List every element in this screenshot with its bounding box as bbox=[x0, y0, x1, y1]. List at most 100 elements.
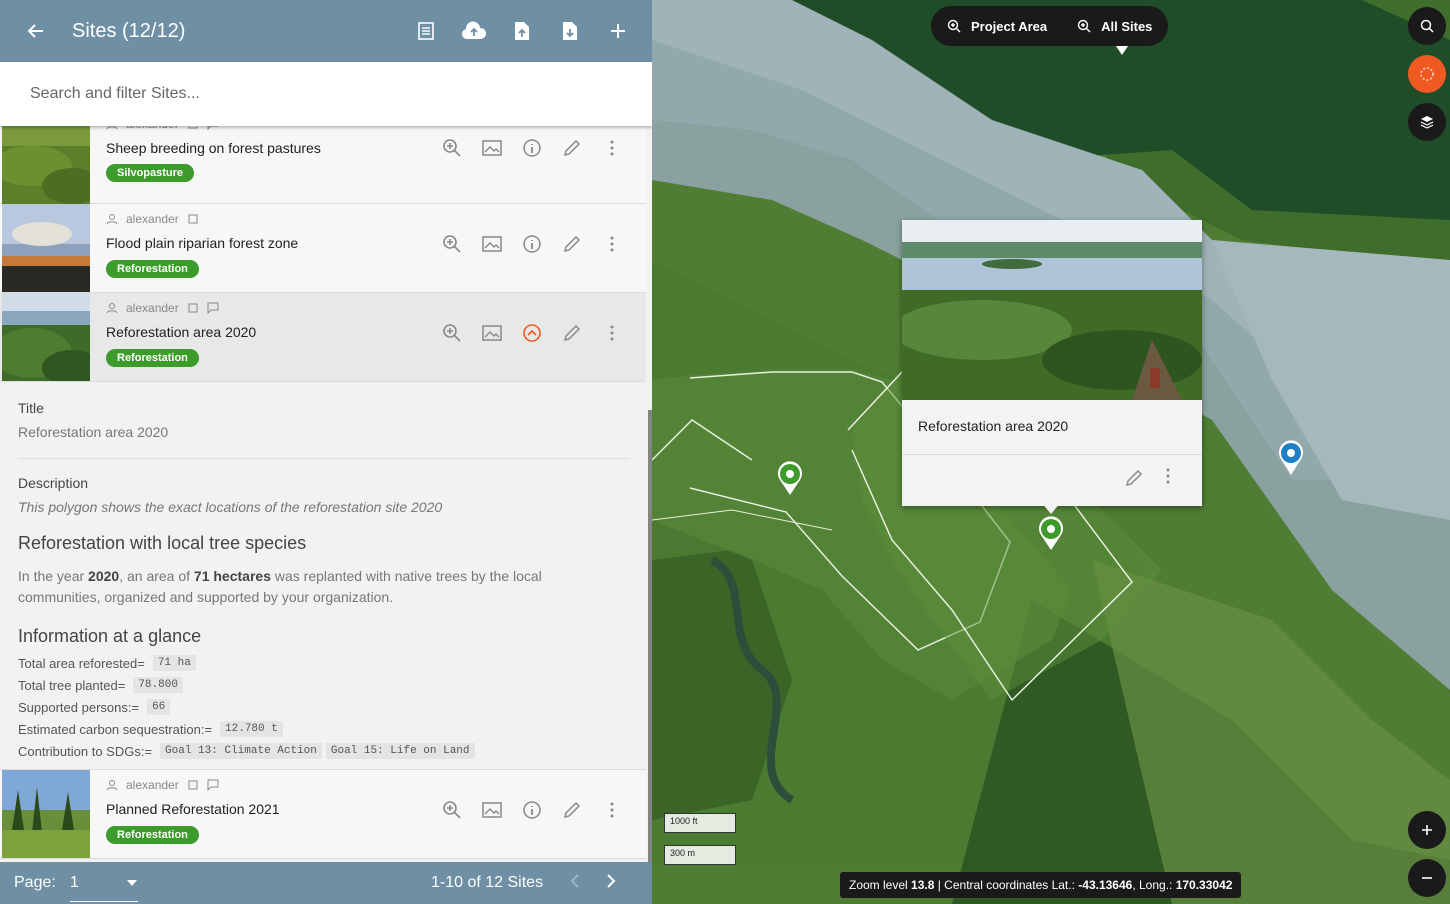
site-name: Reforestation area 2020 bbox=[106, 324, 257, 340]
zoom-out-button[interactable] bbox=[1408, 859, 1446, 897]
file-download-button[interactable] bbox=[546, 0, 594, 62]
fact-row: Estimated carbon sequestration: = 12.780 … bbox=[18, 721, 628, 737]
map-search-button[interactable] bbox=[1408, 7, 1446, 45]
polygon-icon bbox=[188, 303, 198, 313]
list-item[interactable]: alexander Planned Reforestation 2021 Ref… bbox=[0, 770, 646, 859]
sites-panel: Sites (12/12) Search and filter Sites...… bbox=[0, 0, 652, 904]
edit-button[interactable] bbox=[556, 317, 588, 349]
file-upload-button[interactable] bbox=[498, 0, 546, 62]
search-input[interactable] bbox=[30, 85, 610, 103]
site-thumbnail bbox=[2, 770, 90, 858]
more-vert-icon bbox=[1166, 468, 1170, 484]
image-button[interactable] bbox=[476, 317, 508, 349]
fact-eq: = bbox=[204, 721, 213, 737]
add-site-button[interactable] bbox=[594, 0, 642, 62]
zoom-to-button[interactable] bbox=[436, 228, 468, 260]
collapse-info-button[interactable] bbox=[516, 317, 548, 349]
zoom-to-button[interactable] bbox=[436, 317, 468, 349]
image-icon bbox=[482, 325, 502, 341]
site-meta: alexander bbox=[106, 212, 199, 226]
info-button[interactable] bbox=[516, 132, 548, 164]
sites-list: alexander Sheep breeding on forest pastu… bbox=[0, 126, 646, 862]
site-marker-icon[interactable] bbox=[776, 460, 804, 496]
more-vert-icon bbox=[610, 325, 614, 341]
popup-title: Reforestation area 2020 bbox=[918, 418, 1069, 434]
scale-bar-m: 300 m bbox=[664, 845, 736, 865]
info-heading: Information at a glance bbox=[18, 626, 202, 646]
status-text: | Central coordinates Lat.: bbox=[937, 878, 1075, 892]
fact-row: Total tree planted = 78.800 bbox=[18, 677, 628, 693]
page-title: Sites (12/12) bbox=[72, 19, 186, 42]
edit-button[interactable] bbox=[556, 228, 588, 260]
polygon-icon bbox=[188, 126, 198, 129]
more-vert-icon bbox=[610, 236, 614, 252]
site-tag: Reforestation bbox=[106, 826, 199, 844]
image-button[interactable] bbox=[476, 794, 508, 826]
list-item[interactable]: alexander Flood plain riparian forest zo… bbox=[0, 204, 646, 293]
popup-tip bbox=[1041, 502, 1061, 514]
list-item[interactable]: alexander Sheep breeding on forest pastu… bbox=[0, 126, 646, 204]
location-pin-icon[interactable] bbox=[1278, 440, 1304, 476]
page-range: 1-10 of 12 Sites bbox=[431, 874, 544, 891]
more-vert-icon bbox=[610, 140, 614, 156]
zoom-to-button[interactable] bbox=[436, 132, 468, 164]
more-button[interactable] bbox=[596, 132, 628, 164]
fact-value: 78.800 bbox=[133, 677, 183, 693]
project-area-label: Project Area bbox=[971, 18, 1048, 34]
fact-row: Supported persons: = 66 bbox=[18, 699, 628, 715]
layers-button[interactable] bbox=[1408, 103, 1446, 141]
fact-eq: = bbox=[117, 677, 126, 693]
all-sites-tab[interactable]: All Sites bbox=[1077, 19, 1152, 34]
pointer-arrow-icon bbox=[1116, 46, 1128, 55]
fact-value: 66 bbox=[147, 699, 171, 715]
more-button[interactable] bbox=[596, 794, 628, 826]
site-marker-icon[interactable] bbox=[1037, 515, 1065, 551]
fact-eq: = bbox=[131, 699, 140, 715]
zoom-in-button[interactable] bbox=[1408, 811, 1446, 849]
list-item-selected[interactable]: alexander Reforestation area 2020 Refore… bbox=[0, 293, 646, 382]
page-label: Page: bbox=[14, 874, 56, 891]
zoom-in-icon bbox=[443, 139, 461, 157]
divider bbox=[18, 458, 630, 459]
cloud-upload-button[interactable] bbox=[450, 0, 498, 62]
minus-icon bbox=[1422, 877, 1432, 879]
para-area: 71 hectares bbox=[193, 568, 271, 584]
map-view[interactable]: Project Area All Sites Reforestation are… bbox=[652, 0, 1450, 904]
edit-button[interactable] bbox=[556, 794, 588, 826]
file-download-icon bbox=[563, 22, 577, 40]
prev-page-button[interactable] bbox=[570, 873, 580, 893]
list-icon bbox=[418, 22, 434, 40]
user-icon bbox=[106, 214, 118, 225]
back-button[interactable] bbox=[0, 0, 72, 62]
list-view-button[interactable] bbox=[402, 0, 450, 62]
polygon-icon bbox=[188, 780, 198, 790]
popup-edit-button[interactable] bbox=[1124, 468, 1144, 493]
site-name: Flood plain riparian forest zone bbox=[106, 235, 299, 251]
scale-bar-ft: 1000 ft bbox=[664, 813, 736, 833]
page-select[interactable]: 1 bbox=[69, 864, 138, 902]
site-actions bbox=[436, 794, 628, 826]
site-meta: alexander bbox=[106, 126, 219, 131]
facts-list: Total area reforested = 71 ha Total tree … bbox=[18, 655, 628, 759]
project-area-tab[interactable]: Project Area bbox=[947, 19, 1047, 34]
site-author: alexander bbox=[126, 301, 179, 315]
image-icon bbox=[482, 236, 502, 252]
more-button[interactable] bbox=[596, 317, 628, 349]
edit-button[interactable] bbox=[556, 132, 588, 164]
arrow-left-icon bbox=[27, 24, 43, 38]
site-actions bbox=[436, 228, 628, 260]
zoom-to-button[interactable] bbox=[436, 794, 468, 826]
para-year: 2020 bbox=[88, 568, 120, 584]
next-page-button[interactable] bbox=[606, 873, 616, 893]
info-button[interactable] bbox=[516, 794, 548, 826]
image-button[interactable] bbox=[476, 132, 508, 164]
location-button[interactable] bbox=[1408, 55, 1446, 93]
para-text: , an area of bbox=[119, 568, 194, 584]
info-button[interactable] bbox=[516, 228, 548, 260]
more-button[interactable] bbox=[596, 228, 628, 260]
image-button[interactable] bbox=[476, 228, 508, 260]
fact-value: 71 ha bbox=[152, 655, 196, 671]
fact-label: Supported persons: bbox=[18, 699, 132, 715]
popup-more-button[interactable] bbox=[1166, 468, 1170, 489]
popup-divider bbox=[902, 454, 1202, 455]
